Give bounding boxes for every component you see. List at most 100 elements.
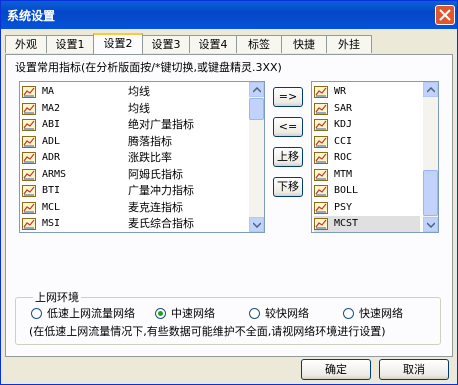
indicator-code: KDJ bbox=[334, 119, 353, 130]
indicator-code: BOLL bbox=[334, 185, 359, 196]
tab-appearance[interactable]: 外观 bbox=[5, 35, 47, 53]
indicator-name: 均线 bbox=[128, 101, 150, 115]
chevron-down-icon bbox=[253, 222, 261, 228]
indicator-code: SAR bbox=[334, 102, 353, 114]
indicator-code: MCST bbox=[334, 218, 359, 229]
network-note: (在低速上网流量情况下,有些数据可能维护不全面,请视网络环境进行设置) bbox=[29, 325, 386, 338]
tab-settings-3[interactable]: 设置3 bbox=[142, 35, 190, 53]
indicator-name: 腾落指标 bbox=[128, 134, 172, 148]
indicator-name: 广量冲力指标 bbox=[128, 184, 194, 197]
radio-low-speed-label: 低速上网流量网络 bbox=[47, 307, 135, 320]
title-bar[interactable]: 系统设置 bbox=[1, 1, 457, 29]
list-item[interactable]: MCST bbox=[314, 216, 420, 232]
indicator-code: PSY bbox=[334, 201, 353, 213]
scroll-down-button[interactable] bbox=[423, 217, 438, 232]
indicator-icon bbox=[314, 185, 328, 197]
indicator-name: 均线 bbox=[128, 85, 150, 98]
scroll-thumb[interactable] bbox=[249, 98, 264, 120]
indicator-code: WR bbox=[334, 86, 347, 97]
list-item[interactable]: KDJ bbox=[314, 117, 420, 133]
list-item[interactable]: WR bbox=[314, 84, 420, 100]
indicator-icon bbox=[314, 135, 328, 148]
tab-shortcuts[interactable]: 快捷 bbox=[281, 35, 327, 53]
list-item[interactable]: BOLL bbox=[314, 183, 420, 199]
list-item[interactable]: PSY bbox=[314, 200, 420, 216]
radio-medium-speed-label: 中速网络 bbox=[171, 307, 215, 320]
list-item[interactable]: MCL 麦克连指标 bbox=[22, 200, 248, 216]
add-indicator-button[interactable]: => bbox=[273, 87, 303, 107]
scroll-up-button[interactable] bbox=[423, 82, 438, 97]
close-button[interactable] bbox=[435, 5, 455, 25]
indicator-icon bbox=[22, 86, 36, 98]
cancel-button[interactable]: 取消 bbox=[379, 359, 449, 380]
indicator-icon bbox=[314, 102, 328, 115]
list-item[interactable]: MA 均线 bbox=[22, 84, 248, 100]
list-item[interactable]: CCI bbox=[314, 134, 420, 150]
chevron-up-icon bbox=[253, 87, 261, 93]
radio-medium-speed-dot bbox=[155, 308, 166, 319]
ok-button[interactable]: 确定 bbox=[301, 359, 371, 380]
radio-very-fast-label: 快速网络 bbox=[359, 307, 403, 320]
indicator-code: MTM bbox=[334, 168, 353, 180]
indicator-name: 绝对广量指标 bbox=[128, 118, 194, 131]
indicator-icon bbox=[22, 119, 36, 131]
indicator-code: ARMS bbox=[42, 168, 67, 180]
radio-very-fast-dot bbox=[343, 308, 354, 319]
available-indicators-list[interactable]: MA 均线 MA2 均线 ABI 绝对广量指标 ADL 腾落指标 ADR 涨跌比率 ARMS 阿姆氏指… bbox=[19, 81, 265, 233]
indicator-code: ADL bbox=[42, 135, 61, 147]
indicator-code: ROC bbox=[334, 152, 353, 163]
list-item[interactable]: ARMS 阿姆氏指标 bbox=[22, 167, 248, 183]
list-item[interactable]: SAR bbox=[314, 101, 420, 117]
tab-settings-2[interactable]: 设置2 bbox=[93, 33, 143, 54]
indicator-code: BTI bbox=[42, 185, 61, 196]
network-environment-title: 上网环境 bbox=[33, 289, 81, 305]
radio-fast-dot bbox=[249, 308, 260, 319]
indicator-icon bbox=[22, 218, 36, 230]
tab-settings-1[interactable]: 设置1 bbox=[46, 35, 94, 53]
list-item[interactable]: MSI 麦氏综合指标 bbox=[22, 216, 248, 232]
list-item[interactable]: MA2 均线 bbox=[22, 101, 248, 117]
indicator-icon bbox=[314, 119, 328, 131]
list-item[interactable]: ABI 绝对广量指标 bbox=[22, 117, 248, 133]
remove-indicator-button[interactable]: <= bbox=[273, 117, 303, 137]
indicator-icon bbox=[22, 168, 36, 181]
scroll-thumb[interactable] bbox=[423, 170, 438, 216]
tab-settings-4[interactable]: 设置4 bbox=[189, 35, 237, 53]
indicator-code: MA bbox=[42, 86, 55, 97]
list-item[interactable]: ADR 涨跌比率 bbox=[22, 150, 248, 166]
indicator-code: ABI bbox=[42, 119, 61, 130]
radio-low-speed-dot bbox=[31, 308, 42, 319]
list-item[interactable]: MTM bbox=[314, 167, 420, 183]
indicator-icon bbox=[314, 152, 328, 164]
indicator-icon bbox=[22, 201, 36, 214]
system-settings-dialog: 系统设置 外观 设置1 设置2 设置3 设置4 标签 快捷 外挂 设置常用指标(… bbox=[0, 0, 458, 385]
indicator-icon bbox=[22, 135, 36, 148]
indicator-code: ADR bbox=[42, 152, 61, 163]
indicator-icon bbox=[314, 86, 328, 98]
chevron-down-icon bbox=[427, 222, 435, 228]
tab-labels[interactable]: 标签 bbox=[236, 35, 282, 53]
indicator-icon bbox=[22, 185, 36, 197]
chevron-up-icon bbox=[427, 87, 435, 93]
indicator-icon bbox=[22, 102, 36, 115]
common-indicators-hint: 设置常用指标(在分析版面按/*键切换,或键盘精灵.3XX) bbox=[15, 61, 282, 74]
move-down-button[interactable]: 下移 bbox=[273, 177, 303, 197]
close-icon bbox=[439, 9, 451, 21]
move-up-button[interactable]: 上移 bbox=[273, 147, 303, 167]
selected-indicators-list[interactable]: WR SAR KDJ CCI ROC MTM BOLL PSY MCST bbox=[311, 81, 439, 233]
scroll-up-button[interactable] bbox=[249, 82, 264, 97]
scroll-down-button[interactable] bbox=[249, 217, 264, 232]
indicator-name: 涨跌比率 bbox=[128, 151, 172, 164]
tab-plugins[interactable]: 外挂 bbox=[326, 35, 372, 53]
list-item[interactable]: ROC bbox=[314, 150, 420, 166]
indicator-icon bbox=[314, 218, 328, 230]
list-item[interactable]: BTI 广量冲力指标 bbox=[22, 183, 248, 199]
indicator-name: 阿姆氏指标 bbox=[128, 167, 183, 181]
right-list-scrollbar[interactable] bbox=[423, 82, 438, 232]
indicator-code: MA2 bbox=[42, 102, 61, 114]
indicator-code: MCL bbox=[42, 201, 61, 213]
list-item[interactable]: ADL 腾落指标 bbox=[22, 134, 248, 150]
left-list-scrollbar[interactable] bbox=[249, 82, 264, 232]
radio-fast-label: 较快网络 bbox=[265, 307, 309, 320]
indicator-code: CCI bbox=[334, 135, 353, 147]
